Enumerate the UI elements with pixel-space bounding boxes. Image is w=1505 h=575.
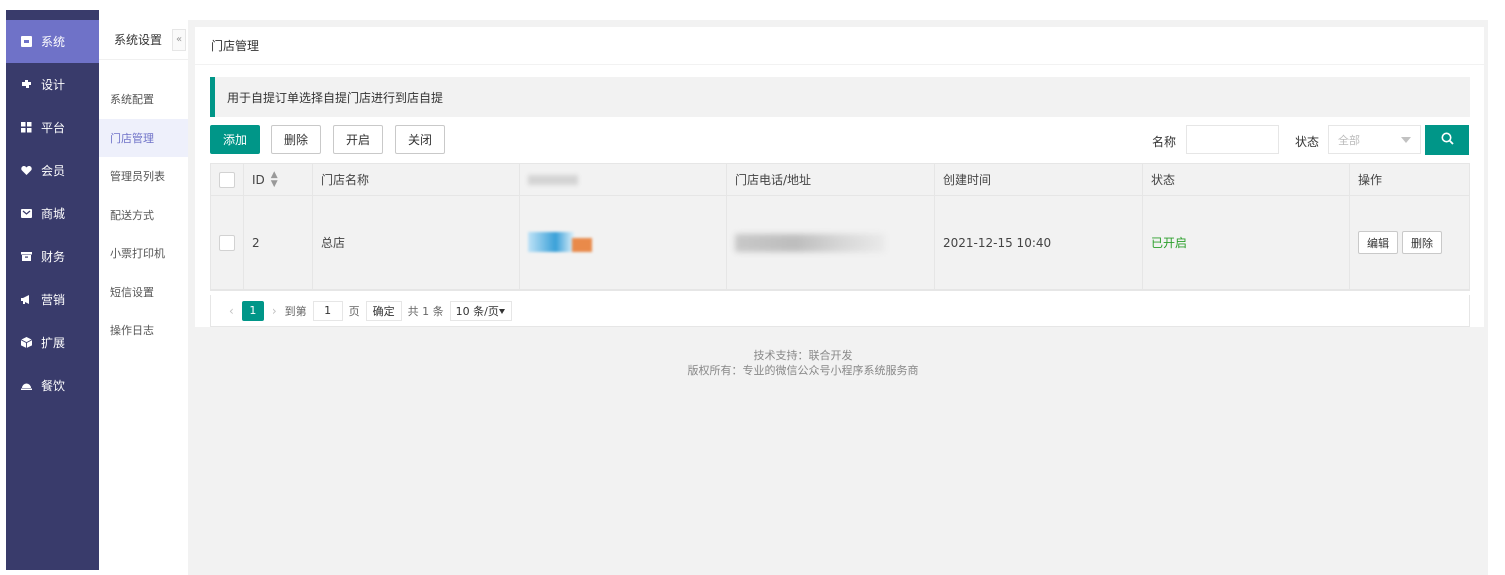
nav-item-label: 商城: [41, 207, 66, 221]
store-table: ID ▲ ▼ 门店名称 门店电话/地址 创建时间 状态 操作 2 总店 2021…: [210, 163, 1470, 291]
cube-icon: [21, 337, 32, 348]
prev-page-button[interactable]: ‹: [229, 304, 234, 318]
nav-item-label: 财务: [41, 250, 66, 264]
info-tip: 用于自提订单选择自提门店进行到店自提: [210, 77, 1470, 117]
nav-item-marketing[interactable]: 营销: [6, 278, 99, 321]
delete-button[interactable]: 删除: [271, 125, 321, 154]
page-size-value: 10 条/页: [455, 304, 499, 318]
sub-item-delivery[interactable]: 配送方式: [99, 196, 188, 235]
header-status: 状态: [1143, 164, 1350, 195]
table-header-row: ID ▲ ▼ 门店名称 门店电话/地址 创建时间 状态 操作: [211, 164, 1469, 196]
footer-copyright: 版权所有：专业的微信公众号小程序系统服务商: [687, 364, 919, 377]
select-all-checkbox[interactable]: [219, 171, 235, 188]
heart-icon: [21, 165, 32, 176]
main-nav: 系统 设计 平台 会员 商城 财务 营销 扩展 餐饮: [6, 10, 99, 570]
sub-nav-header: 系统设置 «: [99, 20, 188, 60]
sub-item-sms-settings[interactable]: 短信设置: [99, 273, 188, 312]
open-button[interactable]: 开启: [333, 125, 383, 154]
row-status: 已开启: [1143, 196, 1350, 289]
nav-item-mall[interactable]: 商城: [6, 192, 99, 235]
nav-item-label: 扩展: [41, 336, 66, 350]
nav-item-extension[interactable]: 扩展: [6, 321, 99, 364]
sub-item-receipt-printer[interactable]: 小票打印机: [99, 234, 188, 273]
megaphone-icon: [21, 294, 32, 305]
next-page-button[interactable]: ›: [272, 304, 277, 318]
header-image: [520, 164, 727, 195]
row-name: 总店: [313, 196, 520, 289]
sub-nav-title: 系统设置: [114, 33, 163, 47]
puzzle-icon: [21, 79, 32, 90]
store-card: 门店管理 用于自提订单选择自提门店进行到店自提 添加 删除 开启 关闭 名称 状…: [195, 27, 1484, 327]
header-name: 门店名称: [313, 164, 520, 195]
monitor-icon: [21, 36, 32, 47]
search-icon: [1441, 132, 1454, 148]
toolbar: 添加 删除 开启 关闭 名称 状态 全部: [210, 125, 1470, 155]
header-checkbox-cell: [211, 164, 244, 195]
footer: 技术支持：联合开发 版权所有：专业的微信公众号小程序系统服务商: [188, 348, 1488, 378]
caret-down-icon: [498, 308, 505, 314]
sub-item-store-management[interactable]: 门店管理: [99, 118, 188, 157]
search-button[interactable]: [1425, 125, 1469, 155]
header-id[interactable]: ID ▲ ▼: [244, 164, 313, 195]
row-created: 2021-12-15 10:40: [935, 196, 1143, 289]
edit-button[interactable]: 编辑: [1358, 231, 1398, 254]
nav-item-catering[interactable]: 餐饮: [6, 364, 99, 407]
name-filter-label: 名称: [1152, 135, 1177, 149]
sub-item-system-config[interactable]: 系统配置: [99, 80, 188, 119]
cloche-icon: [21, 380, 32, 391]
status-filter-label: 状态: [1295, 135, 1320, 149]
nav-item-label: 营销: [41, 293, 66, 307]
goto-confirm-button[interactable]: 确定: [365, 300, 402, 321]
total-count: 共 1 条: [407, 304, 444, 318]
page-size-select[interactable]: 10 条/页: [449, 300, 512, 321]
nav-item-platform[interactable]: 平台: [6, 106, 99, 149]
nav-item-label: 系统: [41, 35, 66, 49]
pagination: ‹ 1 › 到第 1 页 确定 共 1 条 10 条/页: [210, 295, 1470, 327]
row-checkbox[interactable]: [219, 234, 235, 251]
nav-item-label: 平台: [41, 121, 66, 135]
page-unit-label: 页: [348, 304, 360, 318]
table-row: 2 总店 2021-12-15 10:40 已开启 编辑 删除: [211, 196, 1469, 290]
store-contact-blurred: [735, 233, 885, 252]
status-select-value: 全部: [1338, 133, 1360, 147]
goto-label: 到第: [284, 304, 307, 318]
close-button[interactable]: 关闭: [395, 125, 445, 154]
mail-icon: [21, 208, 32, 219]
collapse-sidebar-button[interactable]: «: [172, 28, 186, 51]
row-delete-button[interactable]: 删除: [1402, 231, 1442, 254]
row-phone-address: [727, 196, 935, 289]
store-image[interactable]: [528, 230, 592, 256]
row-image: [520, 196, 727, 289]
nav-item-member[interactable]: 会员: [6, 149, 99, 192]
nav-item-label: 餐饮: [41, 379, 66, 393]
status-select[interactable]: 全部: [1328, 125, 1421, 154]
header-phone-address: 门店电话/地址: [727, 164, 935, 195]
wallet-icon: [21, 251, 32, 262]
chevron-down-icon: [1401, 137, 1411, 143]
footer-support: 技术支持：联合开发: [753, 349, 853, 362]
name-input[interactable]: [1186, 125, 1279, 154]
row-id: 2: [244, 196, 313, 289]
main-content: 门店管理 用于自提订单选择自提门店进行到店自提 添加 删除 开启 关闭 名称 状…: [188, 20, 1488, 575]
page-title: 门店管理: [195, 27, 1484, 65]
goto-page-input[interactable]: 1: [312, 300, 343, 321]
header-actions: 操作: [1358, 173, 1383, 187]
nav-item-label: 会员: [41, 164, 66, 178]
grid-icon: [21, 122, 32, 133]
header-id-label: ID: [252, 172, 265, 187]
sort-icon[interactable]: ▲ ▼: [271, 170, 278, 189]
sub-item-admin-list[interactable]: 管理员列表: [99, 157, 188, 196]
current-page[interactable]: 1: [241, 300, 264, 321]
nav-item-label: 设计: [41, 78, 66, 92]
nav-item-system[interactable]: 系统: [6, 20, 99, 63]
sub-nav: 系统设置 « 系统配置 门店管理 管理员列表 配送方式 小票打印机 短信设置 操…: [99, 20, 188, 575]
header-created: 创建时间: [935, 164, 1143, 195]
sub-item-operation-log[interactable]: 操作日志: [99, 311, 188, 350]
add-button[interactable]: 添加: [210, 125, 260, 154]
row-checkbox-cell: [211, 196, 244, 289]
nav-item-finance[interactable]: 财务: [6, 235, 99, 278]
nav-item-design[interactable]: 设计: [6, 63, 99, 106]
row-actions: 编辑 删除: [1350, 196, 1469, 289]
header-image-label: [528, 174, 578, 185]
